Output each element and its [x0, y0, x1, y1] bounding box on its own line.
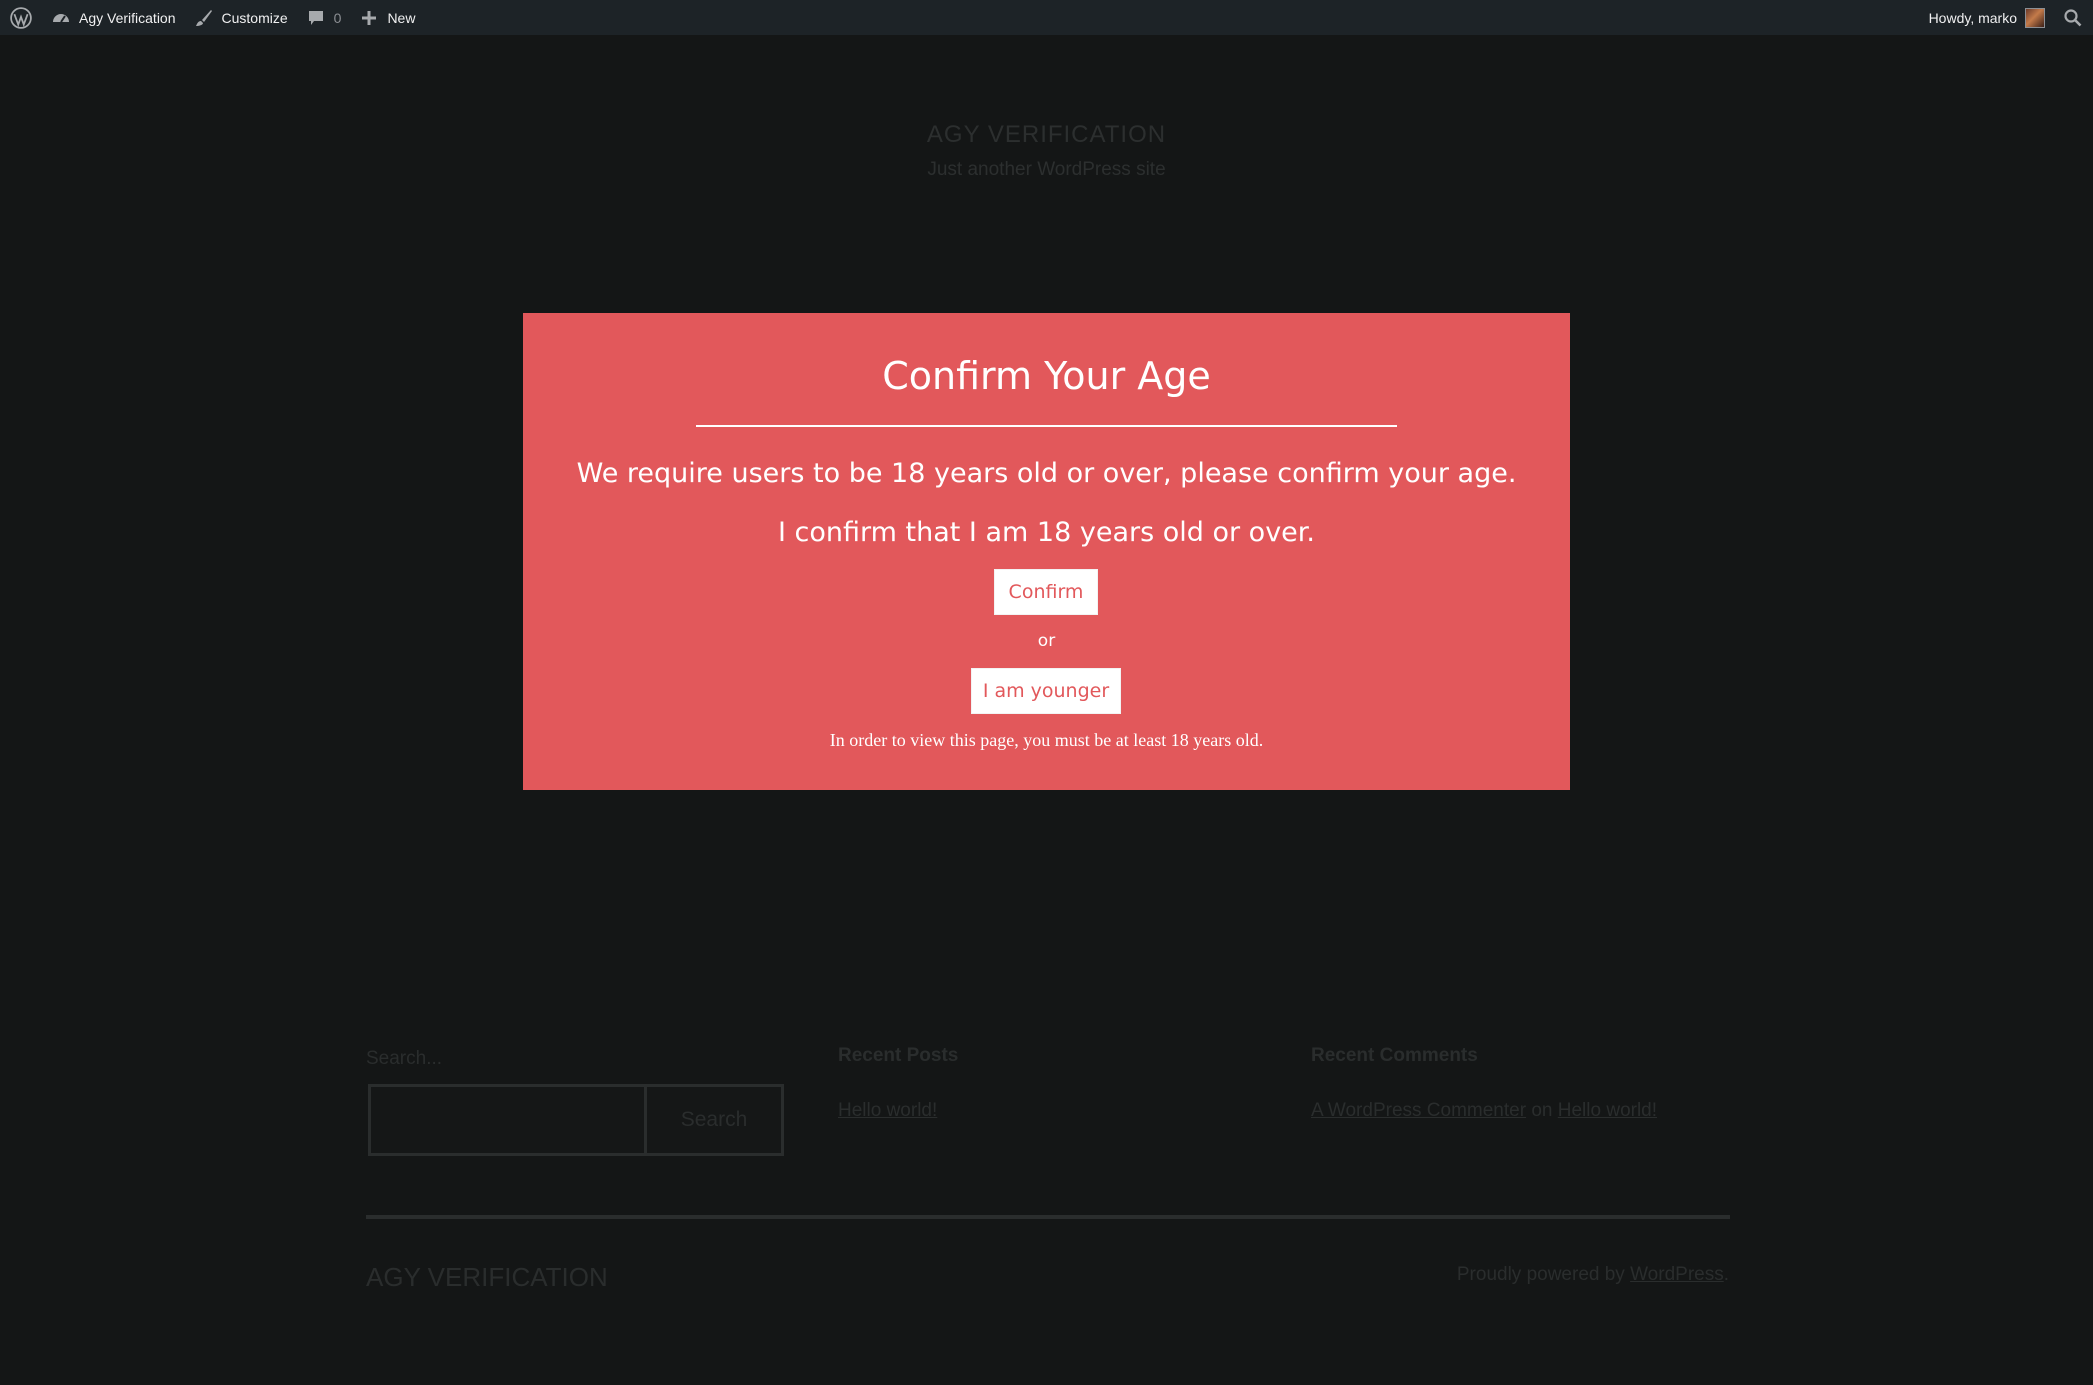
footer-powered-by: Proudly powered by WordPress.: [1456, 1264, 1729, 1285]
site-tagline: Just another WordPress site: [927, 159, 1166, 180]
footer-site-title[interactable]: AGY VERIFICATION: [366, 1262, 608, 1293]
my-account-menu[interactable]: Howdy, marko: [1920, 0, 2049, 35]
modal-note: In order to view this page, you must be …: [829, 730, 1264, 750]
wordpress-logo-button[interactable]: [0, 0, 42, 35]
comment-on-text: on: [1531, 1100, 1553, 1121]
confirm-button[interactable]: Confirm: [994, 569, 1098, 615]
new-label: New: [387, 9, 416, 26]
modal-confirm-text: I confirm that I am 18 years old or over…: [777, 517, 1315, 548]
site-title[interactable]: AGY VERIFICATION: [0, 121, 2093, 149]
new-content-button[interactable]: New: [350, 0, 424, 35]
comments-button[interactable]: 0: [297, 0, 351, 35]
footer-widgets: Search... Search Recent Posts Hello worl…: [366, 1002, 1730, 1156]
footer-divider: [366, 1215, 1730, 1219]
customize-button[interactable]: Customize: [185, 0, 297, 35]
wordpress-logo-icon: [10, 6, 32, 29]
i-am-younger-button[interactable]: I am younger: [971, 668, 1121, 714]
comment-post-link[interactable]: Hello world!: [1558, 1100, 1657, 1121]
howdy-label: Howdy, marko: [1928, 9, 2017, 26]
customize-label: Customize: [221, 9, 288, 26]
site-name-menu[interactable]: Agy Verification: [42, 0, 185, 35]
recent-posts-title: Recent Posts: [838, 1045, 959, 1066]
search-icon: [2064, 8, 2082, 26]
paintbrush-icon: [195, 9, 212, 26]
modal-or-text: or: [1037, 631, 1056, 651]
search-label: Search...: [366, 1048, 443, 1069]
modal-requirement-text: We require users to be 18 years old or o…: [576, 458, 1517, 489]
modal-divider: [696, 425, 1397, 427]
avatar: [2025, 7, 2045, 28]
modal-title: Confirm Your Age: [882, 354, 1211, 398]
age-verification-modal: Confirm Your Age We require users to be …: [523, 313, 1570, 790]
plus-icon: [362, 10, 377, 25]
recent-comment-item: A WordPress Commenter on Hello world!: [1311, 1100, 1657, 1122]
admin-search-button[interactable]: [2049, 0, 2093, 35]
comment-author-link[interactable]: A WordPress Commenter: [1311, 1100, 1526, 1121]
recent-comments-title: Recent Comments: [1311, 1045, 1478, 1066]
search-input[interactable]: [368, 1084, 648, 1156]
recent-post-link[interactable]: Hello world!: [838, 1100, 937, 1122]
site-name-label: Agy Verification: [79, 9, 176, 26]
search-button[interactable]: Search: [644, 1084, 784, 1156]
admin-bar: Agy Verification Customize 0 New Howdy, …: [0, 0, 2093, 35]
wordpress-link[interactable]: WordPress: [1630, 1264, 1724, 1285]
comment-bubble-icon: [308, 10, 323, 25]
dashboard-gauge-icon: [53, 13, 69, 23]
comments-count: 0: [333, 9, 342, 26]
